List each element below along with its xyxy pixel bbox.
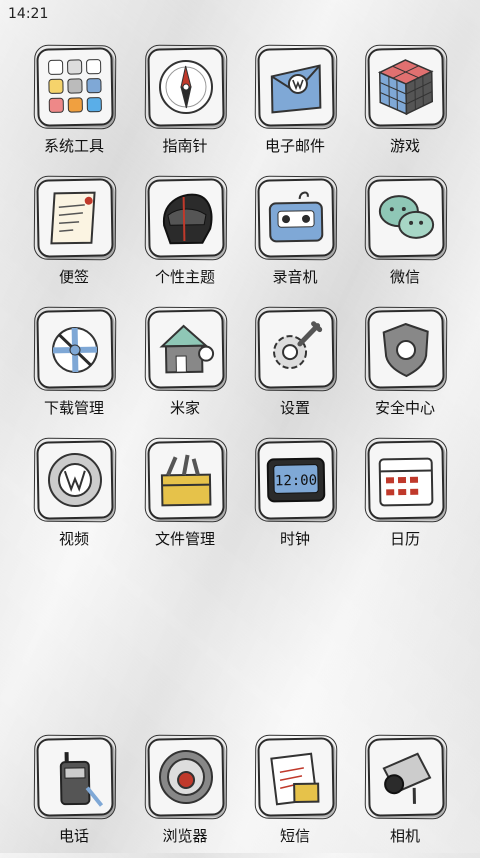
gear-wrench-icon [257,309,335,389]
app-label: 安全中心 [374,399,435,417]
letter-icon [257,737,335,817]
house-icon [147,309,225,389]
app-label: 录音机 [272,268,318,286]
app-email[interactable]: 电子邮件 [240,47,350,168]
app-compass[interactable]: 指南针 [130,47,240,168]
system-tools-icon [36,47,114,127]
app-label: 下载管理 [43,399,104,417]
app-label: 微信 [389,268,420,286]
app-file-manager[interactable]: 文件管理 [130,440,240,561]
app-calendar[interactable]: 日历 [350,440,460,561]
download-icon [36,309,114,389]
status-bar: 14:21 [0,0,480,28]
app-security[interactable]: 安全中心 [350,309,460,430]
app-themes[interactable]: 个性主题 [130,178,240,299]
app-label: 浏览器 [162,827,208,845]
compass-icon [147,47,225,127]
dock-phone[interactable]: 电话 [19,737,129,858]
app-clock[interactable]: 12:00 时钟 [240,440,350,561]
wechat-icon [367,178,445,258]
vw-logo-icon [36,440,114,520]
dock-browser[interactable]: 浏览器 [130,737,240,858]
app-recorder[interactable]: 录音机 [240,178,350,299]
app-label: 视频 [58,530,89,548]
rubiks-cube-icon [367,47,445,127]
app-label: 米家 [169,399,200,417]
app-system-tools[interactable]: 系统工具 [19,47,129,168]
digital-clock-icon: 12:00 [257,440,335,520]
app-label: 游戏 [389,137,420,155]
app-label: 便签 [58,268,89,286]
status-time: 14:21 [8,6,49,22]
notes-icon [36,178,114,258]
app-mijia[interactable]: 米家 [130,309,240,430]
shield-icon [367,309,445,389]
cassette-icon [257,178,335,258]
clock-display: 12:00 [275,473,317,490]
app-label: 设置 [279,399,310,417]
dock-messages[interactable]: 短信 [240,737,350,858]
steering-wheel-icon [147,737,225,817]
toolbox-icon [147,440,225,520]
app-notes[interactable]: 便签 [19,178,129,299]
app-label: 文件管理 [154,530,215,548]
app-downloads[interactable]: 下载管理 [19,309,129,430]
app-label: 时钟 [279,530,310,548]
app-label: 日历 [389,530,420,548]
dock-camera[interactable]: 相机 [350,737,460,858]
app-video[interactable]: 视频 [19,440,129,561]
app-label: 相机 [389,827,420,845]
app-label: 短信 [279,827,310,845]
app-wechat[interactable]: 微信 [350,178,460,299]
app-label: 个性主题 [154,268,215,286]
app-label: 系统工具 [43,137,104,155]
calendar-icon [367,440,445,520]
camera-icon [367,737,445,817]
app-label: 指南针 [162,137,208,155]
helmet-icon [147,178,225,258]
app-label: 电话 [58,827,89,845]
walkie-talkie-icon [36,737,114,817]
app-games[interactable]: 游戏 [350,47,460,168]
email-icon [257,47,335,127]
app-label: 电子邮件 [264,137,325,155]
app-settings[interactable]: 设置 [240,309,350,430]
